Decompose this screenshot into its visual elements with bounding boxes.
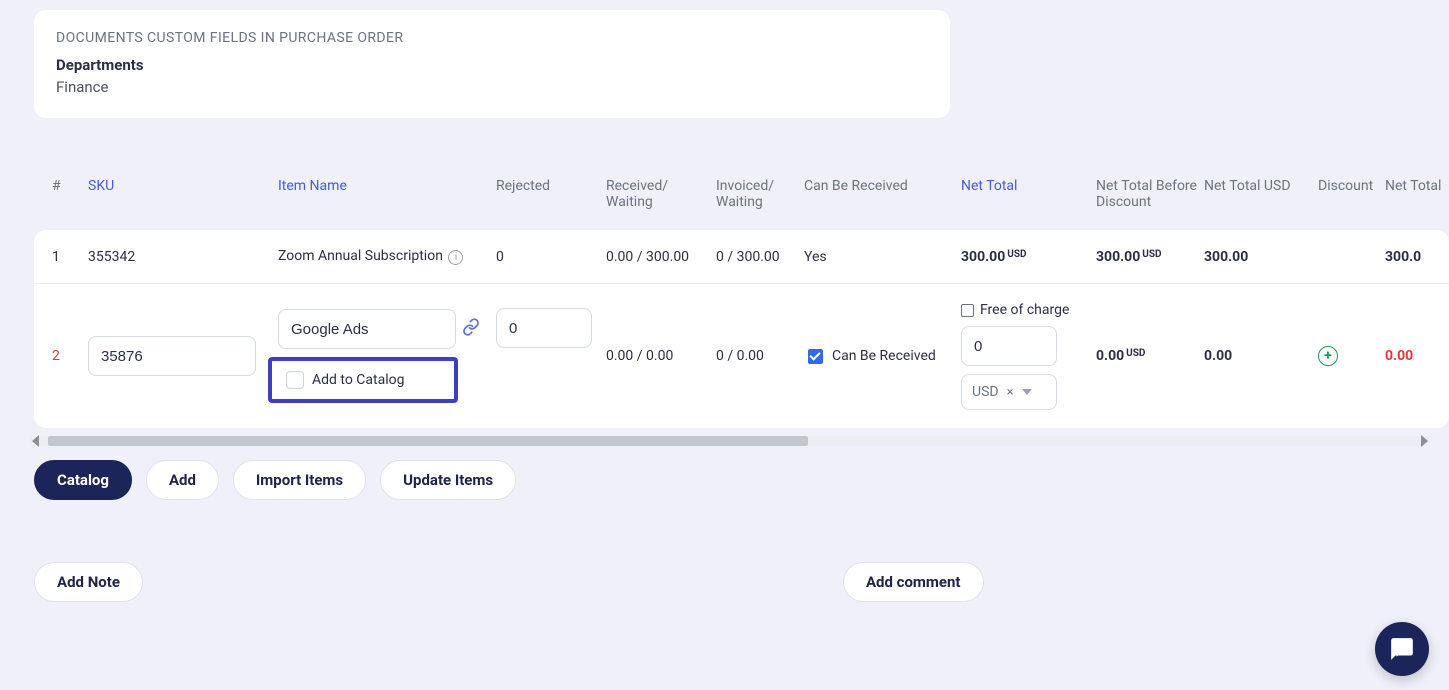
row-invoiced-waiting: 0 / 0.00 — [716, 348, 804, 364]
net-before-value: 300.00 — [1096, 249, 1140, 265]
horizontal-scrollbar[interactable] — [30, 436, 1430, 446]
item-actions-row: Catalog Add Import Items Update Items — [34, 460, 1449, 500]
row-received-waiting: 0.00 / 300.00 — [606, 249, 716, 265]
col-rejected: Rejected — [496, 178, 606, 194]
rejected-input[interactable] — [496, 308, 592, 348]
col-received-waiting: Received/ Waiting — [606, 178, 716, 210]
custom-fields-card: DOCUMENTS CUSTOM FIELDS IN PURCHASE ORDE… — [34, 10, 950, 118]
table-row: 2 Add to Catalog 0.00 / 0.00 — [34, 283, 1449, 428]
net-total-value: 300.00 — [961, 249, 1005, 265]
net-before-value: 0.00 — [1096, 348, 1124, 364]
scroll-right-arrow-icon[interactable] — [1421, 435, 1428, 447]
col-sku[interactable]: SKU — [88, 178, 278, 194]
custom-fields-field-value: Finance — [56, 78, 928, 96]
net-total-input[interactable] — [961, 326, 1057, 366]
row-rejected: 0 — [496, 249, 606, 265]
add-to-catalog-checkbox[interactable] — [286, 371, 304, 389]
update-items-button[interactable]: Update Items — [380, 460, 516, 500]
row-sku-cell — [88, 336, 278, 376]
currency-badge: USD — [1007, 249, 1026, 260]
row-net-before: 0.00USD — [1096, 348, 1204, 364]
row-net-total-usd: 300.00 — [1204, 249, 1318, 265]
row-sku: 355342 — [88, 249, 278, 265]
currency-select-value: USD — [972, 384, 999, 400]
col-invoiced-waiting: Invoiced/ Waiting — [716, 178, 804, 210]
row-net-total-after-discount: 300.0 — [1385, 249, 1445, 265]
row-net-total: 300.00USD — [961, 249, 1096, 265]
row-rejected-cell — [496, 308, 606, 348]
item-name-text: Zoom Annual Subscription — [278, 248, 443, 264]
col-net-total-before-discount: Net Total Before Discount — [1096, 178, 1204, 210]
info-icon[interactable]: i — [448, 250, 463, 265]
currency-badge: USD — [1126, 348, 1145, 359]
row-discount: + — [1318, 346, 1385, 366]
col-idx: # — [52, 178, 88, 194]
free-of-charge-line: Free of charge — [961, 302, 1096, 318]
col-item-name[interactable]: Item Name — [278, 178, 496, 194]
row-net-total-after-discount: 0.00 — [1385, 348, 1445, 364]
footer-actions-row: Add Note Add comment — [34, 562, 1449, 602]
row-item-name: Zoom Annual Subscription i — [278, 248, 496, 265]
can-be-received-checkbox[interactable] — [808, 349, 823, 364]
col-net-total-after-discount: Net Total After D — [1385, 178, 1445, 194]
add-discount-button[interactable]: + — [1318, 346, 1338, 366]
row-name-cell: Add to Catalog — [278, 309, 496, 403]
catalog-button[interactable]: Catalog — [34, 460, 132, 500]
row-received-waiting: 0.00 / 0.00 — [606, 348, 716, 364]
chevron-down-icon — [1022, 389, 1032, 395]
import-items-button[interactable]: Import Items — [233, 460, 366, 500]
col-discount: Discount — [1318, 178, 1385, 194]
chat-icon — [1389, 636, 1415, 662]
free-of-charge-label: Free of charge — [980, 302, 1069, 318]
item-name-input[interactable] — [278, 309, 456, 349]
currency-select[interactable]: USD × — [961, 374, 1057, 410]
line-items-table: # SKU Item Name Rejected Received/ Waiti… — [34, 178, 1449, 428]
add-to-catalog-label: Add to Catalog — [312, 372, 404, 388]
row-net-total-cell: Free of charge USD × — [961, 302, 1096, 410]
table-row: 1 355342 Zoom Annual Subscription i 0 0.… — [34, 230, 1449, 283]
table-header-row: # SKU Item Name Rejected Received/ Waiti… — [34, 178, 1449, 230]
free-of-charge-checkbox[interactable] — [961, 304, 974, 317]
can-be-received-checkbox-label[interactable]: Can Be Received — [804, 346, 961, 367]
currency-badge: USD — [1142, 249, 1161, 260]
row-can-be-received-cell: Can Be Received — [804, 346, 961, 367]
row-invoiced-waiting: 0 / 300.00 — [716, 249, 804, 265]
col-can-be-received: Can Be Received — [804, 178, 961, 194]
link-icon[interactable] — [462, 318, 480, 340]
currency-clear-icon[interactable]: × — [1007, 385, 1014, 400]
row-index: 2 — [52, 348, 88, 364]
sku-input[interactable] — [88, 336, 256, 376]
add-note-button[interactable]: Add Note — [34, 562, 143, 602]
scroll-left-arrow-icon[interactable] — [32, 435, 39, 447]
add-button[interactable]: Add — [146, 460, 219, 500]
row-net-total-before-discount: 300.00USD — [1096, 249, 1204, 265]
scroll-thumb[interactable] — [48, 436, 808, 446]
row-can-be-received: Yes — [804, 249, 961, 265]
chat-fab[interactable] — [1375, 622, 1429, 676]
col-net-total[interactable]: Net Total — [961, 178, 1096, 194]
row-net-total-usd: 0.00 — [1204, 348, 1318, 364]
add-to-catalog-container: Add to Catalog — [268, 357, 458, 403]
custom-fields-field-label: Departments — [56, 56, 928, 74]
custom-fields-card-title: DOCUMENTS CUSTOM FIELDS IN PURCHASE ORDE… — [56, 30, 928, 46]
row-index: 1 — [52, 249, 88, 265]
col-net-total-usd: Net Total USD — [1204, 178, 1318, 194]
add-comment-button[interactable]: Add comment — [843, 562, 984, 602]
can-be-received-label: Can Be Received — [832, 348, 936, 364]
